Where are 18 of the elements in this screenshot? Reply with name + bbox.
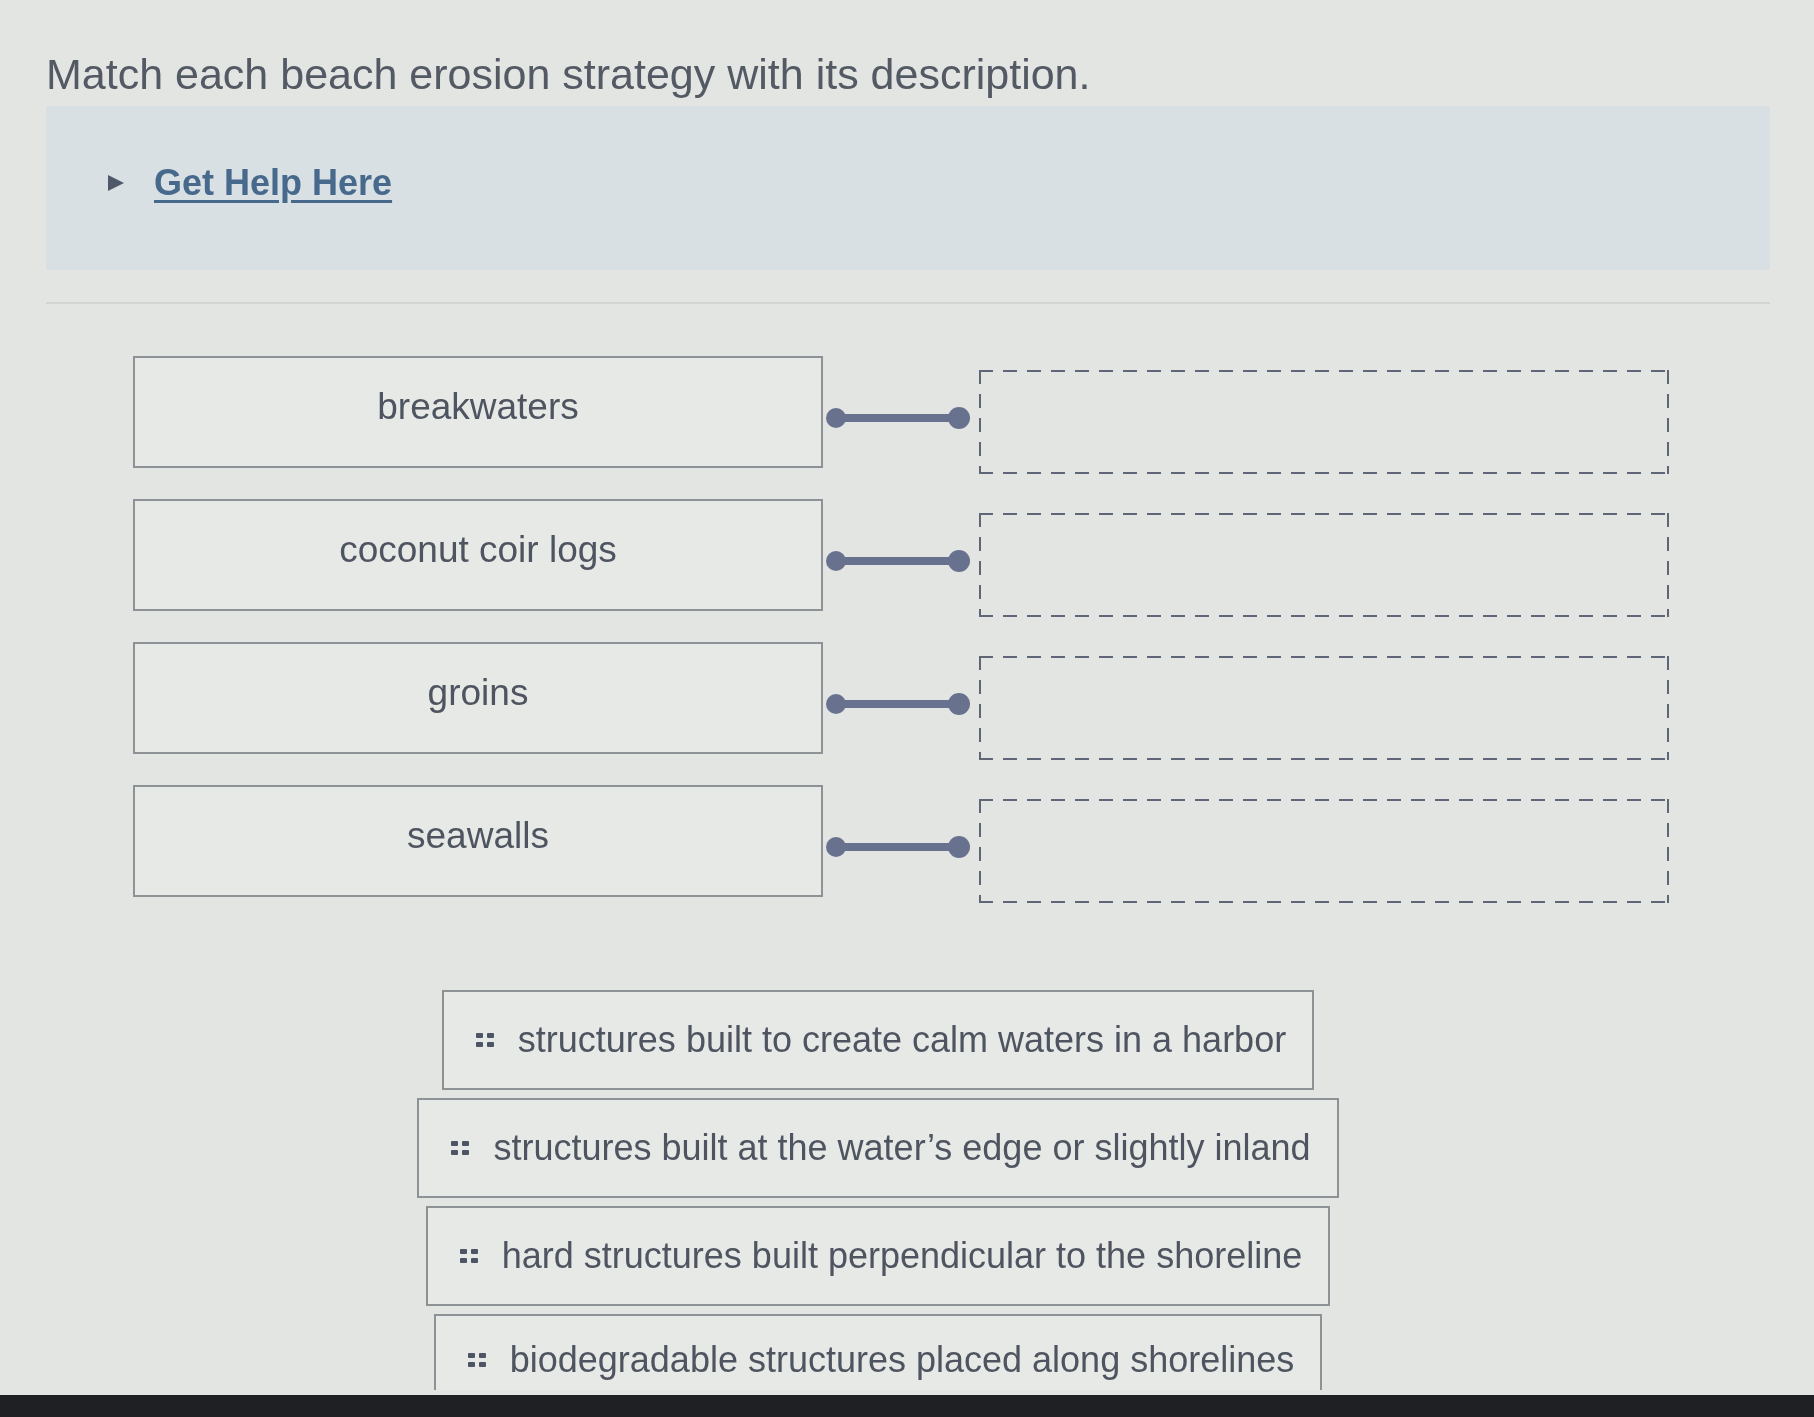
drag-grip-icon <box>451 1141 470 1155</box>
drag-grip-icon <box>459 1249 478 1263</box>
answer-tile[interactable]: biodegradable structures placed along shorelines <box>433 1314 1323 1390</box>
term-card: coconut coir logs <box>133 499 823 611</box>
term-card: seawalls <box>133 785 823 897</box>
drop-zone[interactable] <box>979 513 1669 617</box>
drag-grip-icon <box>467 1353 486 1367</box>
drag-grip-icon <box>475 1033 494 1047</box>
drop-zone[interactable] <box>979 370 1669 474</box>
help-link[interactable]: Get Help Here <box>108 162 393 204</box>
question-text: Match each beach erosion strategy with its description. <box>46 49 1091 100</box>
answer-tile[interactable]: structures built to create calm waters in a harbor <box>441 990 1315 1090</box>
answer-tile[interactable]: structures built at the water’s edge or slightly inland <box>417 1098 1339 1198</box>
term-card: breakwaters <box>133 356 823 468</box>
drop-zone[interactable] <box>979 656 1669 760</box>
answer-tile[interactable]: hard structures built perpendicular to the shoreline <box>425 1206 1331 1306</box>
term-card: groins <box>133 642 823 754</box>
drop-zone[interactable] <box>979 799 1669 903</box>
